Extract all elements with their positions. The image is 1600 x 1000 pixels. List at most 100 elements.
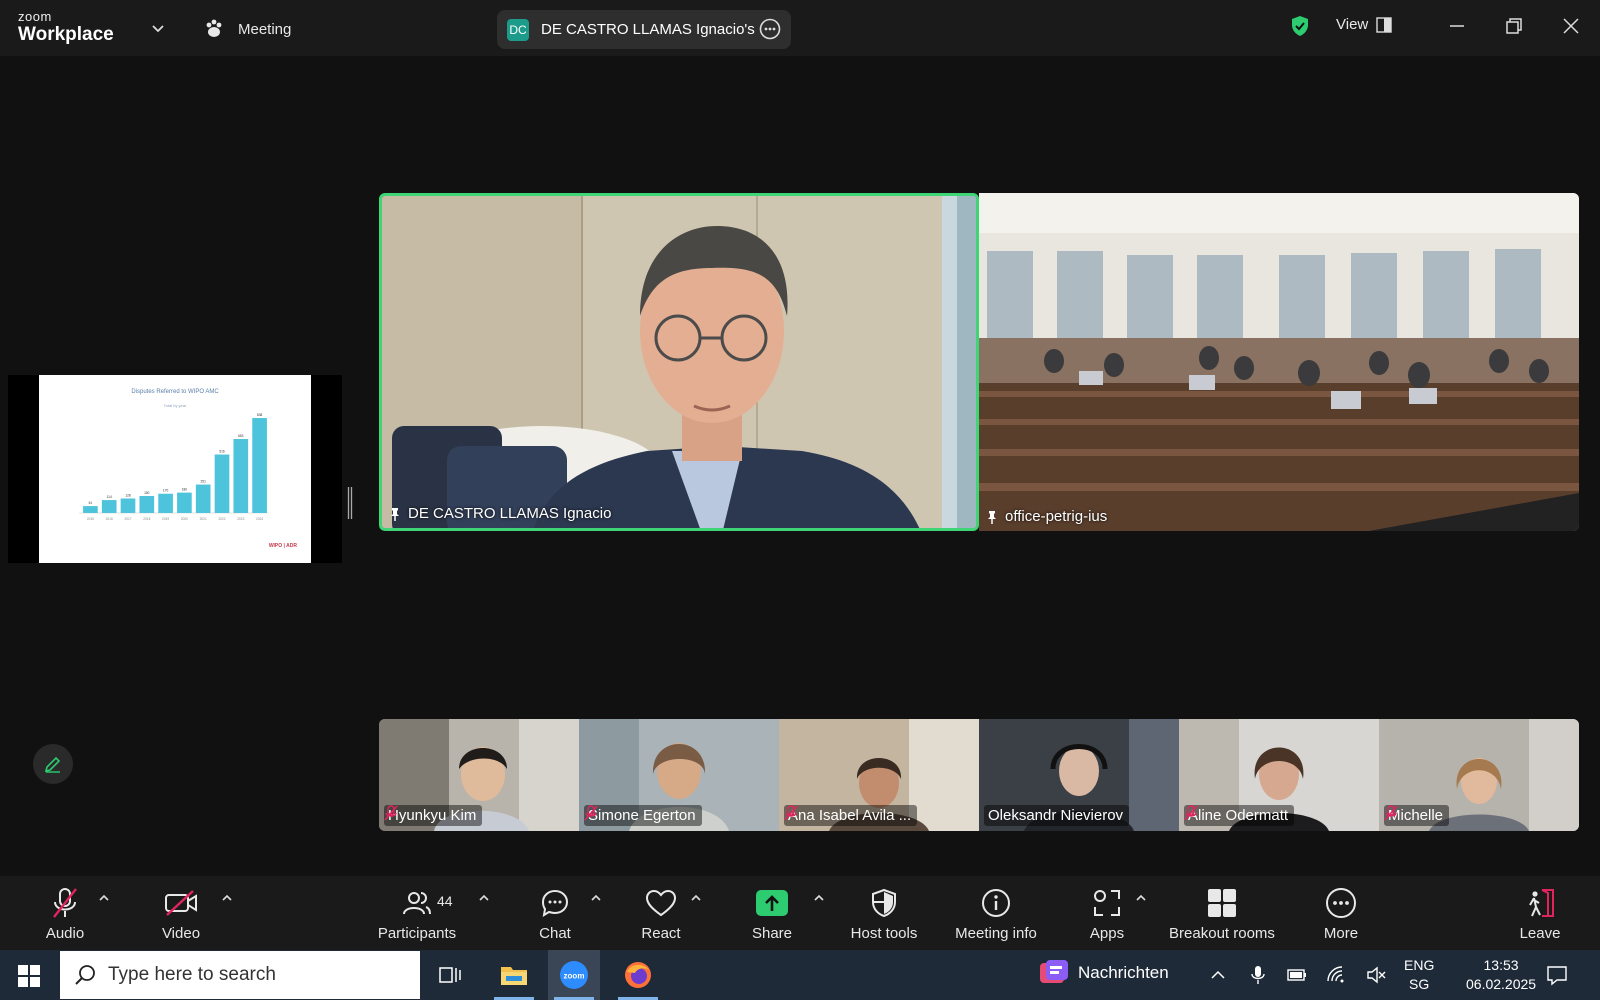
battery-icon[interactable] xyxy=(1287,965,1307,985)
participant-tile[interactable]: Simone Egerton xyxy=(579,719,779,831)
speaker-video-frame xyxy=(382,196,976,528)
screen-share-indicator[interactable]: DC DE CASTRO LLAMAS Ignacio's sc xyxy=(497,10,791,49)
chat-icon xyxy=(541,889,569,917)
wipo-logo: WIPO | ADR xyxy=(268,543,297,549)
minimize-icon[interactable] xyxy=(1445,14,1469,38)
speaker-muted-icon[interactable] xyxy=(1366,965,1386,985)
news-widget[interactable]: Nachrichten xyxy=(1040,960,1169,986)
folder-icon xyxy=(501,967,527,985)
chart-data-label: 114 xyxy=(107,495,112,499)
share-title: DE CASTRO LLAMAS Ignacio's sc xyxy=(541,21,757,38)
view-button[interactable]: View xyxy=(1336,16,1392,33)
participant-name-tag: Oleksandr Nievierov xyxy=(984,805,1130,826)
breakout-rooms-button[interactable]: Breakout rooms xyxy=(1166,886,1278,942)
react-caret-icon[interactable] xyxy=(690,893,702,903)
meeting-info-button[interactable]: Meeting info xyxy=(950,886,1042,942)
react-button[interactable]: React xyxy=(641,886,681,942)
more-label: More xyxy=(1323,925,1359,942)
meeting-label: Meeting xyxy=(238,20,292,38)
participant-tile[interactable]: Aline Odermatt xyxy=(1179,719,1379,831)
logo-line1: zoom xyxy=(18,9,52,24)
chart-bar xyxy=(252,418,267,513)
meeting-menu-button[interactable]: Meeting xyxy=(204,16,291,42)
participant-name-tag: Aline Odermatt xyxy=(1184,805,1295,826)
windows-start-icon[interactable] xyxy=(18,965,40,987)
zoom-logo: zoom Workplace xyxy=(18,10,114,44)
audio-button[interactable]: Audio xyxy=(43,886,87,942)
taskbar-search-box[interactable]: Type here to search xyxy=(60,951,420,999)
chart-tick-label: 2022 xyxy=(218,517,225,521)
language-indicator[interactable]: ENG SG xyxy=(1404,956,1434,994)
firefox-icon xyxy=(625,962,651,988)
active-speaker-video[interactable]: DE CASTRO LLAMAS Ignacio xyxy=(379,193,979,531)
host-tools-label: Host tools xyxy=(850,925,918,942)
close-icon[interactable] xyxy=(1559,14,1583,38)
participant-name-tag: Ana Isabel Avila ... xyxy=(784,805,918,826)
apps-caret-icon[interactable] xyxy=(1135,893,1147,903)
zoom-taskbar-button[interactable]: zoom xyxy=(548,950,600,1000)
share-button[interactable]: Share xyxy=(752,886,792,942)
audio-options-caret-icon[interactable] xyxy=(98,893,110,903)
chart-data-label: 251 xyxy=(201,480,207,484)
view-label: View xyxy=(1336,16,1369,33)
chart-bar xyxy=(158,493,173,513)
show-hidden-icons-icon[interactable] xyxy=(1208,965,1228,985)
participant-name-tag: Michelle xyxy=(1384,805,1450,826)
security-shield-icon[interactable] xyxy=(1288,14,1312,38)
file-explorer-button[interactable] xyxy=(488,950,540,1000)
participant-tile[interactable]: Ana Isabel Avila ... xyxy=(779,719,979,831)
more-options-icon[interactable] xyxy=(759,18,781,40)
chart-bar xyxy=(120,498,136,513)
chart-data-label: 150 xyxy=(144,491,150,495)
wifi-icon[interactable] xyxy=(1326,965,1346,985)
share-caret-icon[interactable] xyxy=(813,893,825,903)
participant-tile[interactable]: Hyunkyu Kim xyxy=(379,719,579,831)
more-button[interactable]: More xyxy=(1320,886,1362,942)
video-options-caret-icon[interactable] xyxy=(221,893,233,903)
room-video[interactable]: office-petrig-ius xyxy=(979,193,1579,531)
svg-text:zoom: zoom xyxy=(564,972,585,981)
language-code: ENG xyxy=(1404,957,1435,973)
paw-icon xyxy=(206,19,222,37)
chat-button[interactable]: Chat xyxy=(538,886,572,942)
microphone-in-use-icon[interactable] xyxy=(1248,965,1268,985)
apps-button[interactable]: Apps xyxy=(1088,886,1126,942)
firefox-taskbar-button[interactable] xyxy=(612,950,664,1000)
title-bar: zoom Workplace Meeting DC DE CASTRO LLAM… xyxy=(0,0,1600,56)
shared-screen-thumbnail[interactable]: Disputes Referred to WIPO AMC Total by y… xyxy=(8,375,342,563)
participant-name: Ana Isabel Avila ... xyxy=(788,807,912,824)
annotate-button[interactable] xyxy=(33,744,73,784)
heart-icon xyxy=(645,889,677,917)
participant-tile[interactable]: Michelle xyxy=(1379,719,1579,831)
chart-tick-label: 2023 xyxy=(237,517,244,521)
host-tools-button[interactable]: Host tools xyxy=(848,886,920,942)
notifications-icon[interactable] xyxy=(1546,964,1568,986)
chart-data-label: 838 xyxy=(257,413,263,417)
slide-bar-chart: 61 2015 114 2016 128 2017 150 2018 170 2019 180 202… xyxy=(79,413,269,521)
apps-icon xyxy=(1094,890,1120,916)
restore-icon[interactable] xyxy=(1502,14,1526,38)
chevron-down-icon[interactable] xyxy=(150,20,166,36)
participants-caret-icon[interactable] xyxy=(478,893,490,903)
video-label: Video xyxy=(161,925,201,942)
room-name: office-petrig-ius xyxy=(1005,508,1108,525)
resize-handle[interactable] xyxy=(347,487,353,519)
leave-button[interactable]: Leave xyxy=(1520,886,1560,942)
chat-caret-icon[interactable] xyxy=(590,893,602,903)
chart-bar xyxy=(139,496,155,513)
keyboard-layout: SG xyxy=(1409,976,1430,992)
apps-label: Apps xyxy=(1089,925,1125,942)
windows-taskbar: Type here to search zoom Nachrichten ENG… xyxy=(0,950,1600,1000)
chart-tick-label: 2016 xyxy=(106,517,113,521)
shared-slide: Disputes Referred to WIPO AMC Total by y… xyxy=(39,375,311,563)
chart-data-label: 516 xyxy=(219,450,225,454)
grid-layout-icon xyxy=(1376,16,1392,33)
participant-tile[interactable]: Oleksandr Nievierov xyxy=(979,719,1179,831)
task-view-button[interactable] xyxy=(424,950,476,1000)
chart-bar xyxy=(214,454,230,513)
participant-name-tag: Simone Egerton xyxy=(584,805,702,826)
video-button[interactable]: Video xyxy=(158,886,204,942)
mic-muted-icon xyxy=(1384,805,1398,821)
system-clock[interactable]: 13:53 06.02.2025 xyxy=(1466,956,1536,994)
chart-tick-label: 2017 xyxy=(124,517,131,521)
